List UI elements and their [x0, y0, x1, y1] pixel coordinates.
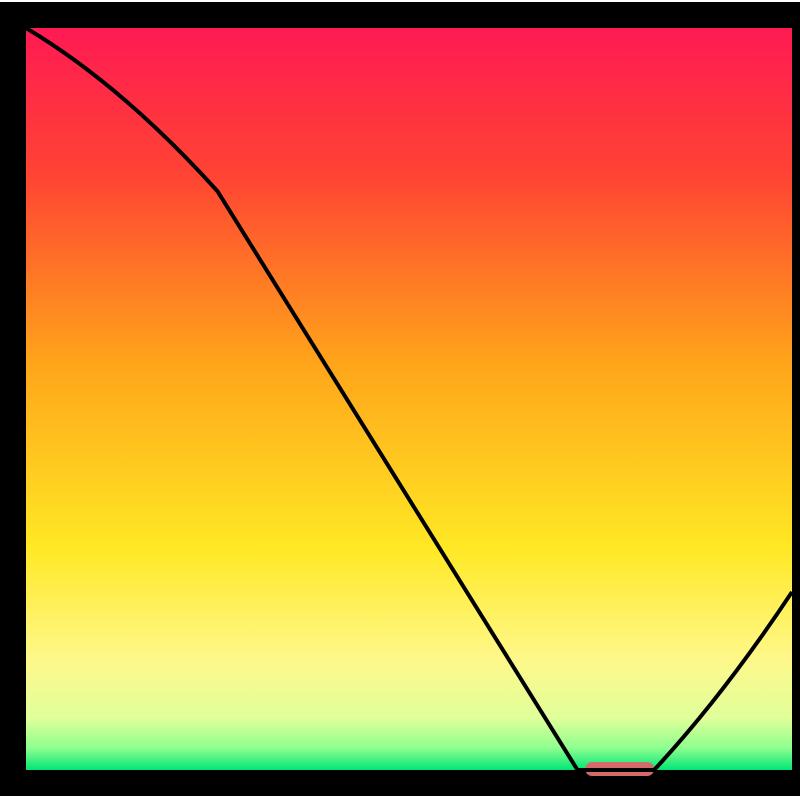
chart-container: TheBottleneck.com	[0, 0, 800, 800]
bottleneck-chart	[0, 0, 800, 800]
plot-background	[26, 28, 792, 770]
